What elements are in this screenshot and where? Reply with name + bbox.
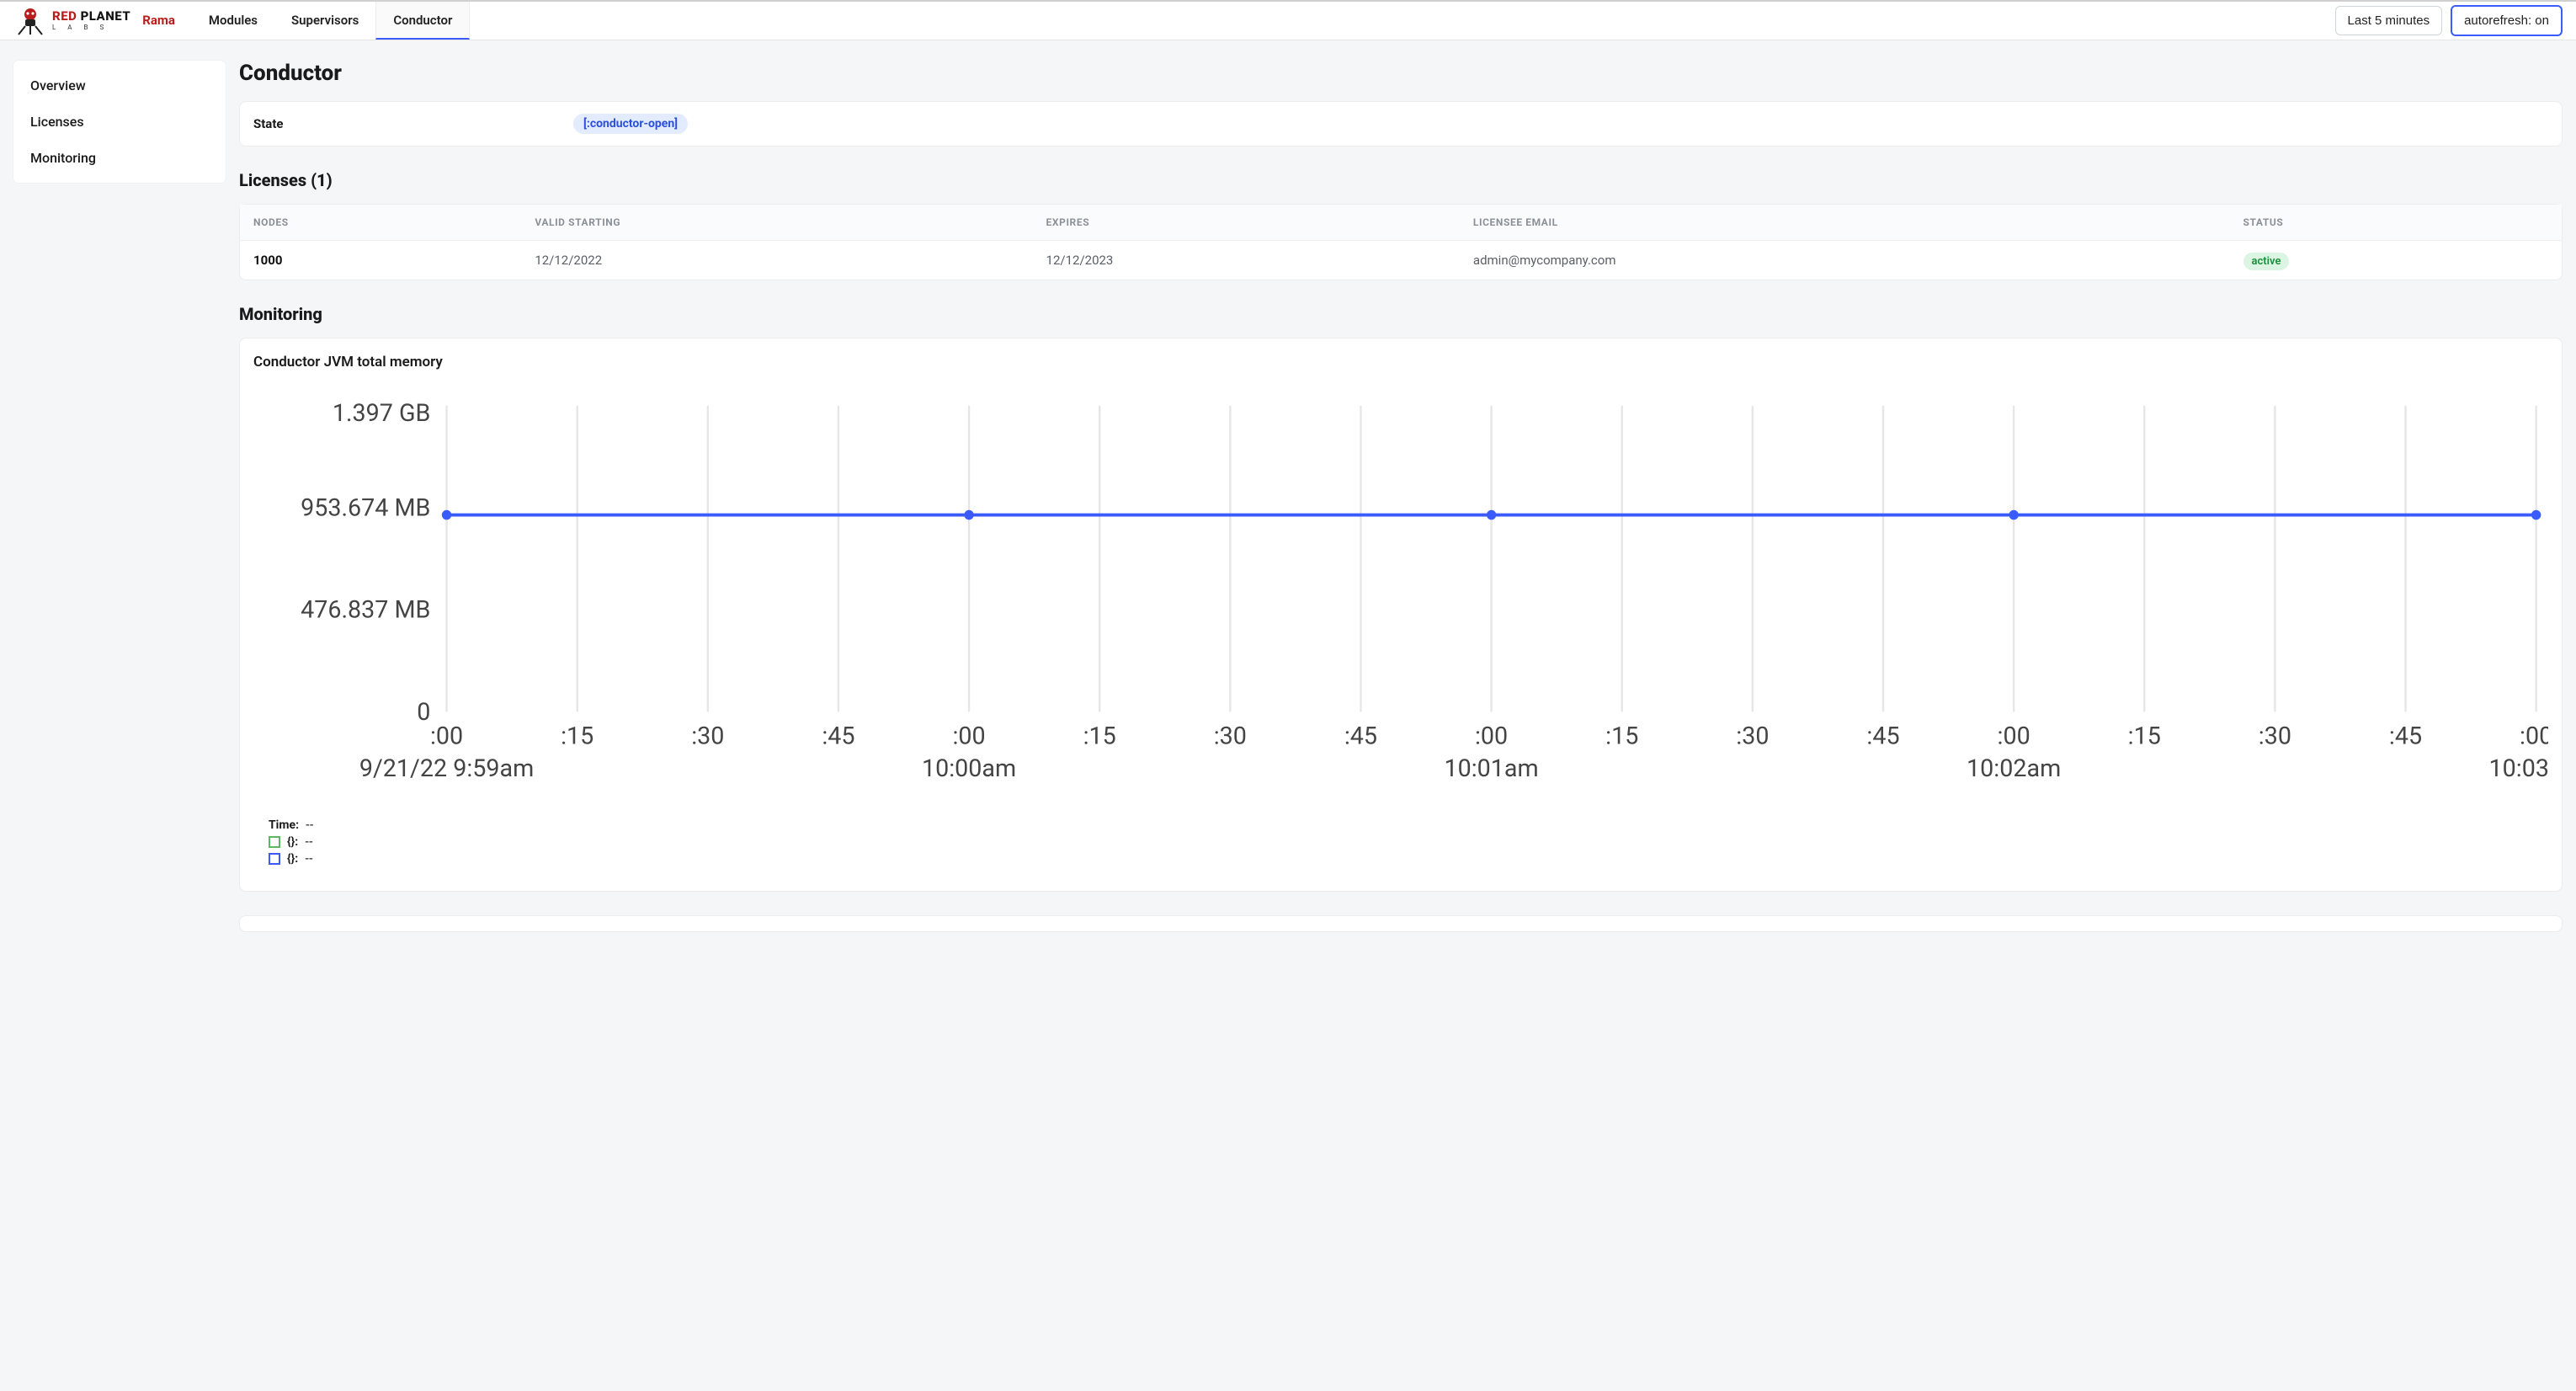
- svg-text::00: :00: [2520, 722, 2548, 751]
- nav-conductor[interactable]: Conductor: [375, 2, 470, 40]
- legend-series-1: {}: --: [269, 835, 2548, 849]
- sidebar: Overview Licenses Monitoring: [13, 61, 226, 183]
- brand-logo: RED PLANET L A B S: [13, 6, 130, 36]
- main-nav: Rama Modules Supervisors Conductor: [137, 2, 470, 40]
- svg-text::30: :30: [1214, 722, 1247, 751]
- chart-legend: Time: -- {}: -- {}: --: [253, 818, 2548, 866]
- col-valid-starting: VALID STARTING: [521, 205, 1032, 241]
- svg-text::30: :30: [2259, 722, 2291, 751]
- brand-red: RED: [52, 8, 77, 24]
- page-body: Overview Licenses Monitoring Conductor S…: [0, 40, 2576, 976]
- cell-licensee-email: admin@mycompany.com: [1460, 241, 2230, 280]
- topbar: RED PLANET L A B S Rama Modules Supervis…: [0, 0, 2576, 40]
- sidebar-item-overview[interactable]: Overview: [13, 67, 226, 104]
- time-range-button[interactable]: Last 5 minutes: [2335, 6, 2443, 35]
- legend-series1-value: --: [305, 835, 313, 849]
- robot-icon: [13, 6, 47, 36]
- svg-text:10:03am: 10:03am: [2489, 754, 2548, 783]
- status-badge: active: [2243, 253, 2290, 270]
- svg-text::15: :15: [1605, 722, 1638, 751]
- legend-series2-value: --: [305, 852, 313, 866]
- svg-text:10:00am: 10:00am: [922, 754, 1016, 783]
- monitoring-title: Monitoring: [239, 304, 2563, 324]
- svg-text::30: :30: [1736, 722, 1769, 751]
- nav-modules[interactable]: Modules: [192, 2, 274, 40]
- autorefresh-button[interactable]: autorefresh: on: [2451, 5, 2563, 36]
- square-icon: [269, 836, 280, 848]
- svg-text::45: :45: [2389, 722, 2422, 751]
- nav-supervisors[interactable]: Supervisors: [274, 2, 375, 40]
- brand-sub: L A B S: [52, 24, 130, 31]
- col-licensee-email: LICENSEE EMAIL: [1460, 205, 2230, 241]
- legend-time-label: Time:: [269, 818, 299, 832]
- legend-time-value: --: [306, 818, 314, 832]
- licenses-table: NODES VALID STARTING EXPIRES LICENSEE EM…: [240, 205, 2562, 280]
- page-title: Conductor: [239, 61, 2563, 86]
- col-nodes: NODES: [240, 205, 521, 241]
- cell-nodes: 1000: [240, 241, 521, 280]
- chart-plot: :00 9/21/22 9:59am :15 :30 :45 :00 10:00am :15:…: [253, 386, 2548, 808]
- legend-time: Time: --: [269, 818, 2548, 832]
- chart-title: Conductor JVM total memory: [253, 354, 2548, 370]
- sidebar-item-monitoring[interactable]: Monitoring: [13, 140, 226, 176]
- svg-text:0: 0: [417, 698, 430, 727]
- svg-text::00: :00: [1475, 722, 1508, 751]
- svg-text:1.397 GB: 1.397 GB: [333, 399, 431, 428]
- chart-svg: :00 9/21/22 9:59am :15 :30 :45 :00 10:00am :15:…: [253, 386, 2548, 808]
- svg-text::15: :15: [2128, 722, 2161, 751]
- licenses-card: NODES VALID STARTING EXPIRES LICENSEE EM…: [239, 204, 2563, 280]
- col-status: STATUS: [2230, 205, 2562, 241]
- next-card-peek: [239, 915, 2563, 932]
- svg-text:9/21/22 9:59am: 9/21/22 9:59am: [359, 754, 534, 783]
- svg-text:476.837 MB: 476.837 MB: [301, 596, 430, 625]
- svg-text::30: :30: [691, 722, 724, 751]
- state-value-pill: [:conductor-open]: [573, 114, 688, 134]
- cell-valid-starting: 12/12/2022: [521, 241, 1032, 280]
- svg-text:10:02am: 10:02am: [1967, 754, 2061, 783]
- svg-text:953.674 MB: 953.674 MB: [301, 494, 430, 523]
- licenses-title: Licenses (1): [239, 170, 2563, 190]
- svg-text::15: :15: [1083, 722, 1116, 751]
- legend-series1-label: {}:: [287, 835, 298, 849]
- nav-rama[interactable]: Rama: [137, 2, 192, 40]
- chart-card: Conductor JVM total memory :00 9/21/22 9:…: [239, 338, 2563, 892]
- svg-text::15: :15: [561, 722, 593, 751]
- col-expires: EXPIRES: [1033, 205, 1460, 241]
- main-content: Conductor State [:conductor-open] Licens…: [239, 61, 2563, 956]
- svg-text::45: :45: [1344, 722, 1377, 751]
- table-row: 1000 12/12/2022 12/12/2023 admin@mycompa…: [240, 241, 2562, 280]
- brand-black: PLANET: [77, 8, 130, 24]
- svg-text::00: :00: [1998, 722, 2030, 751]
- sidebar-item-licenses[interactable]: Licenses: [13, 104, 226, 140]
- svg-text:10:01am: 10:01am: [1445, 754, 1539, 783]
- svg-text::00: :00: [952, 722, 985, 751]
- brand-text: RED PLANET L A B S: [52, 10, 130, 31]
- state-label: State: [253, 116, 540, 131]
- cell-status: active: [2230, 241, 2562, 280]
- svg-text::45: :45: [1866, 722, 1899, 751]
- svg-text::00: :00: [430, 722, 463, 751]
- state-card: State [:conductor-open]: [239, 101, 2563, 147]
- cell-expires: 12/12/2023: [1033, 241, 1460, 280]
- svg-text::45: :45: [822, 722, 854, 751]
- legend-series2-label: {}:: [287, 852, 298, 866]
- legend-series-2: {}: --: [269, 852, 2548, 866]
- square-icon: [269, 853, 280, 865]
